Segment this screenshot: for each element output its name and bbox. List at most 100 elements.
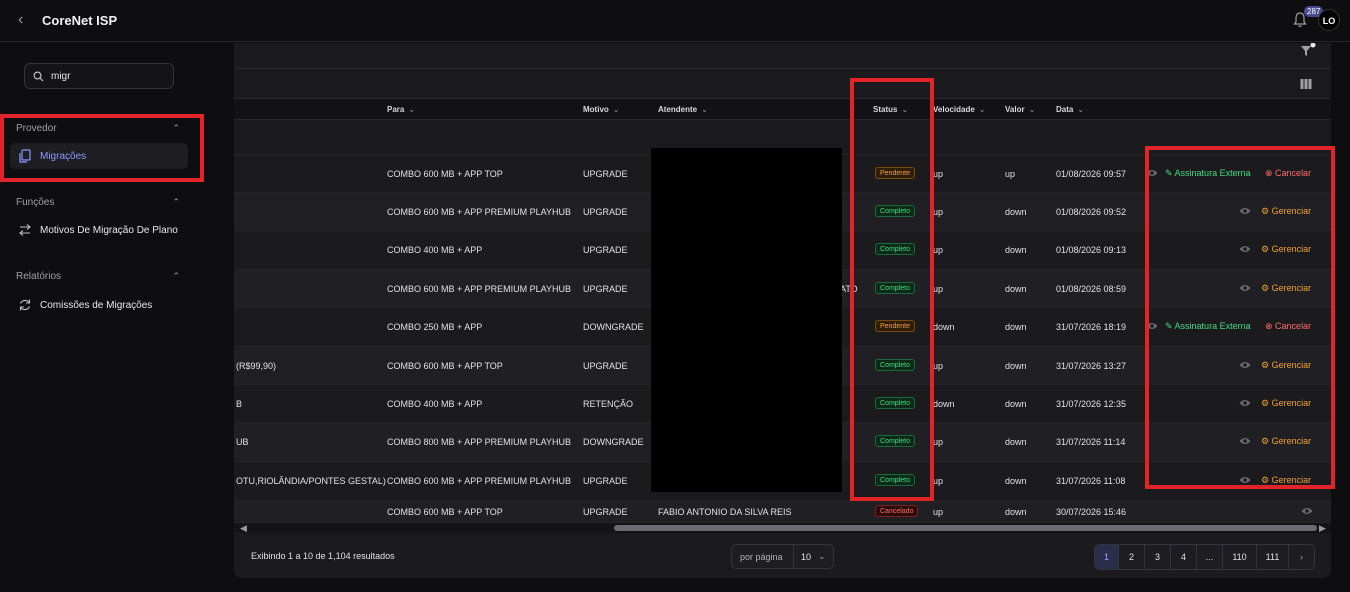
- scrollbar-thumb[interactable]: [614, 525, 1317, 531]
- chevron-up-icon: ⌃: [172, 271, 180, 281]
- cell-para: COMBO 400 MB + APP: [387, 245, 483, 255]
- col-header-para[interactable]: Para ⌄: [387, 105, 415, 114]
- chevron-up-icon: ⌃: [172, 197, 180, 207]
- search-input[interactable]: [51, 68, 166, 85]
- refresh-icon: [19, 299, 31, 311]
- cell-valor: down: [1005, 284, 1027, 294]
- avatar[interactable]: LO: [1318, 9, 1340, 31]
- filter-icon[interactable]: [1300, 43, 1316, 59]
- cell-motivo: UPGRADE: [583, 507, 628, 517]
- section-label: Relatórios: [16, 271, 62, 282]
- cell-velocidade: up: [933, 169, 944, 179]
- cell-motivo: UPGRADE: [583, 476, 628, 486]
- cell-valor: down: [1005, 399, 1027, 409]
- per-page-value: 10: [801, 552, 812, 562]
- page-button-3[interactable]: 3: [1145, 545, 1171, 569]
- cell-de: OTU,RIOLÂNDIA/PONTES GESTAL): [236, 476, 386, 486]
- scroll-left-icon[interactable]: ◀: [240, 523, 247, 533]
- cell-velocidade: up: [933, 361, 944, 371]
- cell-velocidade: up: [933, 207, 944, 217]
- per-page-select[interactable]: por página 10 ⌄: [731, 544, 834, 569]
- cell-motivo: UPGRADE: [583, 284, 628, 294]
- page-button-4[interactable]: 4: [1171, 545, 1197, 569]
- cell-velocidade: down: [933, 322, 955, 332]
- redacted-block: [651, 148, 842, 492]
- cell-motivo: DOWNGRADE: [583, 437, 644, 447]
- cell-data: 01/08/2026 09:52: [1056, 207, 1127, 217]
- pagination: 1 2 3 4 ... 110 111 ›: [1094, 544, 1315, 570]
- page-button-111[interactable]: 111: [1257, 545, 1289, 569]
- cell-data: 30/07/2026 15:46: [1056, 507, 1127, 517]
- col-header-valor[interactable]: Valor ⌄: [1005, 105, 1035, 114]
- cell-para: COMBO 600 MB + APP TOP: [387, 361, 503, 371]
- sidebar-item-comissoes[interactable]: Comissões de Migrações: [10, 292, 188, 318]
- section-relatorios[interactable]: Relatórios ⌃: [16, 271, 186, 285]
- table-header: Para ⌄ Motivo ⌄ Atendente ⌄ Status ⌄ Velocid…: [234, 98, 1331, 120]
- highlight-box-actions: [1145, 146, 1335, 489]
- cell-valor: down: [1005, 361, 1027, 371]
- page-button-1[interactable]: 1: [1095, 545, 1119, 569]
- cell-atendente: FABIO ANTONIO DA SILVA REIS: [658, 507, 792, 517]
- cell-data: 31/07/2026 11:14: [1056, 437, 1126, 447]
- col-header-atendente[interactable]: Atendente ⌄: [658, 105, 708, 114]
- cell-data: 31/07/2026 11:08: [1056, 476, 1126, 486]
- cell-motivo: RETENÇÃO: [583, 399, 634, 409]
- cell-motivo: DOWNGRADE: [583, 322, 644, 332]
- chevron-down-icon: ⌄: [818, 551, 826, 561]
- cell-valor: up: [1005, 169, 1016, 179]
- cell-velocidade: up: [933, 245, 944, 255]
- search-box[interactable]: [24, 63, 174, 89]
- cell-valor: down: [1005, 437, 1027, 447]
- col-header-data[interactable]: Data ⌄: [1056, 105, 1084, 114]
- back-chevron-icon[interactable]: ‹: [18, 12, 32, 28]
- cell-motivo: UPGRADE: [583, 207, 628, 217]
- cell-para: COMBO 250 MB + APP: [387, 322, 483, 332]
- table-row[interactable]: COMBO 600 MB + APP TOP UPGRADE FABIO ANTON…: [234, 501, 1331, 523]
- per-page-label: por página: [740, 552, 783, 562]
- cell-valor: down: [1005, 507, 1027, 517]
- divider: [793, 545, 794, 568]
- col-header-velocidade[interactable]: Velocidade ⌄: [933, 105, 986, 114]
- cell-para: COMBO 800 MB + APP PREMIUM PLAYHUB: [387, 437, 571, 447]
- cell-data: 31/07/2026 13:27: [1056, 361, 1127, 371]
- cell-de: UB: [236, 437, 249, 447]
- sidebar-item-motivos[interactable]: Motivos De Migração De Plano: [10, 217, 188, 243]
- cell-valor: down: [1005, 322, 1027, 332]
- section-funcoes[interactable]: Funções ⌃: [16, 197, 186, 211]
- search-icon: [33, 71, 44, 82]
- cell-de: B: [236, 399, 243, 409]
- cell-motivo: UPGRADE: [583, 245, 628, 255]
- cell-para: COMBO 600 MB + APP TOP: [387, 169, 503, 179]
- cell-velocidade: up: [933, 507, 944, 517]
- top-bar: ‹ CoreNet ISP 287 LO: [0, 0, 1350, 42]
- cell-data: 01/08/2026 08:59: [1056, 284, 1127, 294]
- section-label: Funções: [16, 197, 55, 208]
- cell-motivo: UPGRADE: [583, 169, 628, 179]
- divider: [234, 68, 1331, 69]
- view-eye-icon[interactable]: [1301, 506, 1313, 516]
- horizontal-scrollbar[interactable]: ◀ ▶: [234, 523, 1331, 533]
- cell-para: COMBO 600 MB + APP TOP: [387, 507, 503, 517]
- arrows-swap-icon: [19, 224, 31, 236]
- status-badge: Cancelado: [875, 505, 919, 517]
- results-summary: Exibindo 1 a 10 de 1,104 resultados: [251, 551, 395, 561]
- page-button-2[interactable]: 2: [1119, 545, 1145, 569]
- cell-valor: down: [1005, 207, 1027, 217]
- next-page-chevron-icon[interactable]: ›: [1289, 545, 1314, 569]
- page-ellipsis: ...: [1197, 545, 1223, 569]
- columns-icon[interactable]: [1300, 78, 1312, 90]
- cell-data: 31/07/2026 18:19: [1056, 322, 1127, 332]
- highlight-box-sidebar: [0, 114, 204, 182]
- cell-velocidade: up: [933, 437, 944, 447]
- cell-data: 31/07/2026 12:35: [1056, 399, 1127, 409]
- cell-de: (R$99,90): [236, 361, 277, 371]
- app-title: CoreNet ISP: [42, 13, 118, 28]
- cell-valor: down: [1005, 476, 1027, 486]
- cell-para: COMBO 600 MB + APP PREMIUM PLAYHUB: [387, 207, 571, 217]
- cell-motivo: UPGRADE: [583, 361, 628, 371]
- scroll-right-icon[interactable]: ▶: [1319, 523, 1326, 533]
- col-header-motivo[interactable]: Motivo ⌄: [583, 105, 619, 114]
- page-button-110[interactable]: 110: [1223, 545, 1257, 569]
- cell-valor: down: [1005, 245, 1027, 255]
- cell-para: COMBO 600 MB + APP PREMIUM PLAYHUB: [387, 476, 571, 486]
